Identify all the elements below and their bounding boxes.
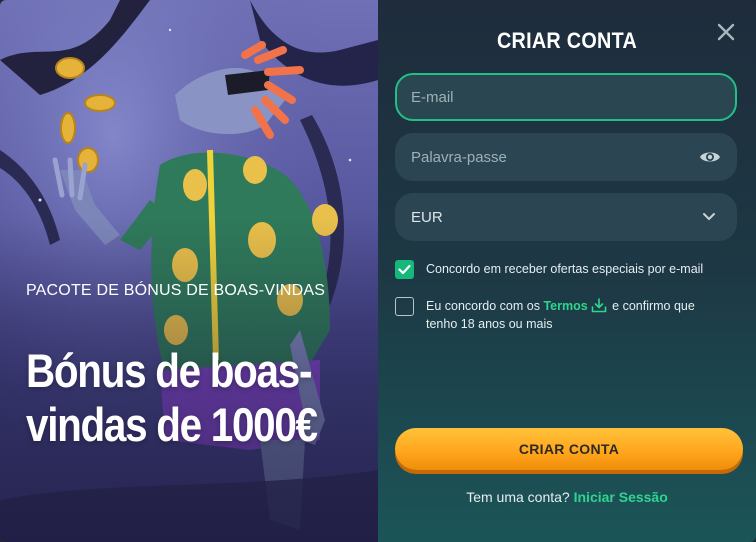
- promo-overlay: [0, 0, 378, 542]
- currency-value: EUR: [411, 208, 443, 226]
- currency-select[interactable]: EUR: [395, 193, 737, 241]
- currency-dropdown-toggle[interactable]: [697, 205, 721, 229]
- terms-consent-checkbox[interactable]: [395, 297, 414, 316]
- close-button[interactable]: [714, 20, 738, 44]
- chevron-down-icon: [703, 213, 715, 221]
- promo-subtitle: PACOTE DE BÓNUS DE BOAS-VINDAS: [26, 282, 326, 299]
- download-icon[interactable]: [591, 298, 607, 313]
- show-password-button[interactable]: [699, 145, 721, 169]
- promo-title: Bónus de boas-vindas de 1000€: [26, 344, 318, 451]
- email-field[interactable]: [395, 73, 737, 121]
- offers-consent-label: Concordo em receber ofertas especiais po…: [426, 262, 704, 276]
- offers-consent-row: Concordo em receber ofertas especiais po…: [395, 260, 703, 279]
- login-prompt: Tem uma conta?: [466, 489, 570, 505]
- close-icon: [717, 23, 735, 41]
- terms-consent-row: Eu concordo com os Termos e confirmo que…: [395, 297, 726, 333]
- login-prompt-row: Tem uma conta? Iniciar Sessão: [378, 489, 756, 505]
- offers-consent-checkbox[interactable]: [395, 260, 414, 279]
- create-account-button[interactable]: CRIAR CONTA: [395, 428, 743, 470]
- form-title: CRIAR CONTA: [496, 28, 638, 53]
- signup-form-panel: CRIAR CONTA EUR: [378, 0, 756, 542]
- terms-consent-prefix: Eu concordo com os: [426, 299, 540, 313]
- checkmark-icon: [398, 264, 411, 275]
- login-link[interactable]: Iniciar Sessão: [574, 489, 668, 505]
- terms-consent-label: Eu concordo com os Termos e confirmo que…: [426, 297, 726, 333]
- password-field[interactable]: [395, 133, 737, 181]
- password-input[interactable]: [411, 148, 699, 166]
- email-input[interactable]: [411, 88, 721, 106]
- eye-icon: [699, 152, 720, 162]
- terms-link[interactable]: Termos: [543, 299, 587, 313]
- signup-modal: PACOTE DE BÓNUS DE BOAS-VINDAS Bónus de …: [0, 0, 756, 542]
- promo-panel: PACOTE DE BÓNUS DE BOAS-VINDAS Bónus de …: [0, 0, 378, 542]
